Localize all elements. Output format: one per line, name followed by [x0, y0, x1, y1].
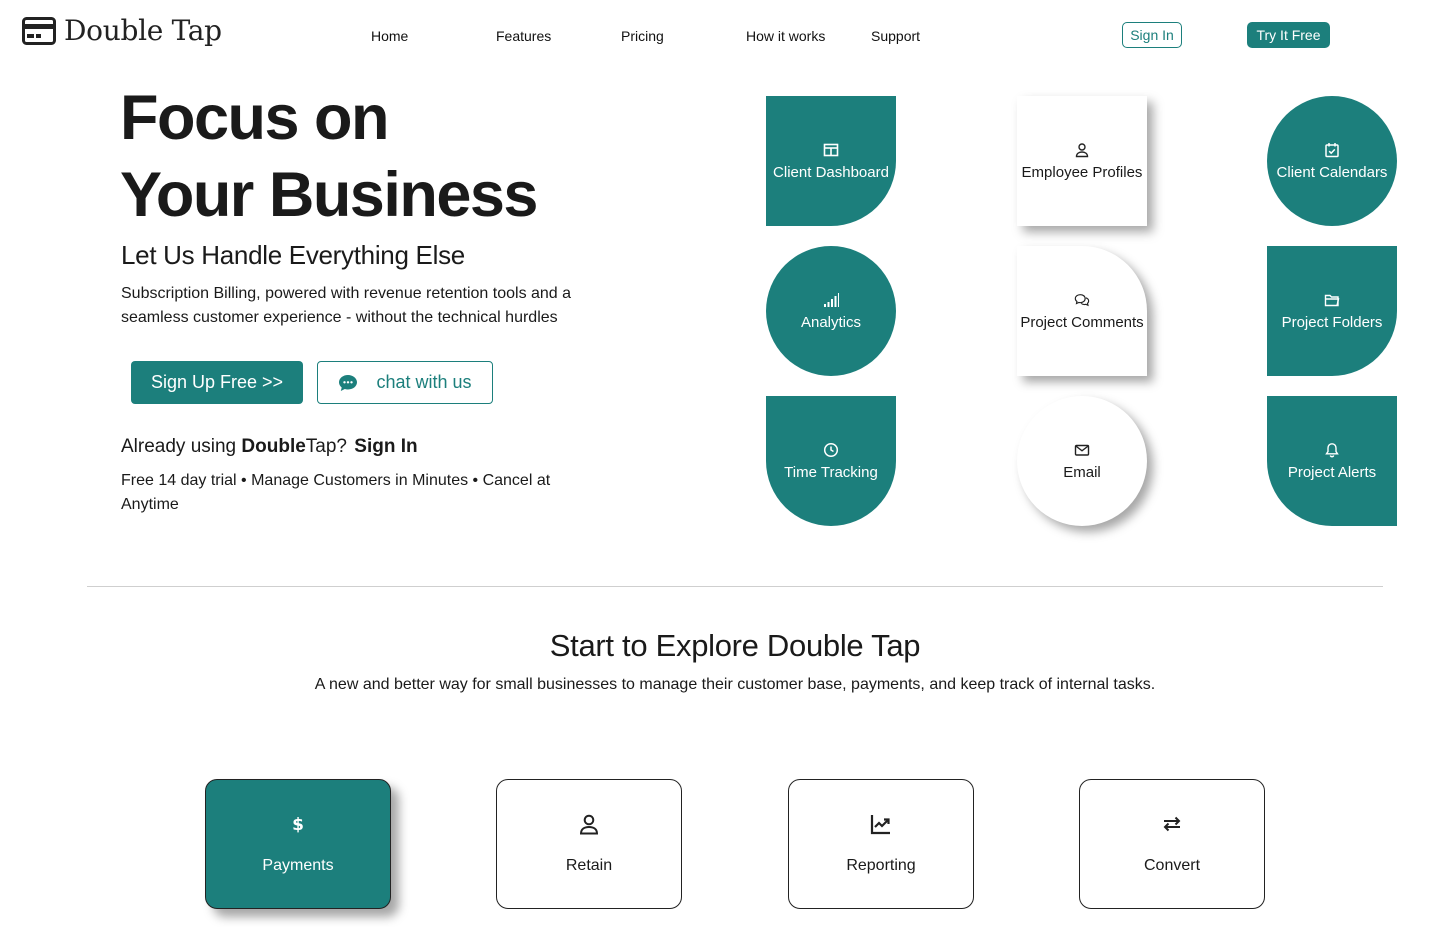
feature-project-folders[interactable]: Project Folders	[1267, 246, 1397, 376]
graph-up-icon	[870, 815, 890, 835]
hero-title-line1: Focus on	[120, 83, 390, 153]
feature-client-dashboard[interactable]: Client Dashboard	[766, 96, 896, 226]
card-convert[interactable]: Convert	[1079, 779, 1265, 909]
chat-icon	[1074, 293, 1090, 306]
feature-time-tracking[interactable]: Time Tracking	[766, 396, 896, 526]
section-divider	[87, 586, 1383, 587]
feature-label: Employee Profiles	[1021, 163, 1143, 181]
already-brand-rest: Tap?	[305, 436, 347, 457]
card-label: Retain	[565, 857, 613, 874]
feature-label: Client Dashboard	[773, 163, 889, 181]
nav-pricing[interactable]: Pricing	[621, 28, 664, 44]
hero-title-line2: Your Business	[120, 160, 538, 230]
layout-icon	[823, 143, 839, 156]
feature-label: Analytics	[800, 313, 862, 331]
feature-email[interactable]: Email	[1017, 396, 1147, 526]
explore-description: A new and better way for small businesse…	[314, 676, 1156, 693]
already-brand-bold: Double	[241, 436, 306, 457]
card-label: Reporting	[846, 857, 916, 874]
feature-label: Time Tracking	[784, 463, 878, 481]
chat-with-us-label: chat with us	[376, 372, 472, 392]
card-label: Convert	[1143, 857, 1201, 874]
hero-title: Focus on Your Business	[120, 80, 538, 234]
feature-client-calendars[interactable]: Client Calendars	[1267, 96, 1397, 226]
feature-label: Project Folders	[1281, 313, 1383, 331]
svg-text:$: $	[292, 815, 304, 835]
trial-info: Free 14 day trial • Manage Customers in …	[121, 472, 551, 513]
sign-in-button[interactable]: Sign In	[1122, 22, 1182, 48]
sign-up-free-button[interactable]: Sign Up Free >>	[131, 361, 303, 404]
hero-sign-in-link[interactable]: Sign In	[354, 436, 417, 457]
feature-project-alerts[interactable]: Project Alerts	[1267, 396, 1397, 526]
nav-support[interactable]: Support	[871, 28, 920, 44]
folder-icon	[1324, 294, 1340, 306]
feature-label: Project Alerts	[1287, 463, 1377, 481]
chat-bubble-icon	[339, 374, 358, 391]
card-label: Payments	[262, 857, 334, 874]
feature-label: Client Calendars	[1276, 163, 1388, 181]
calendar-check-icon	[1325, 142, 1339, 157]
nav-features[interactable]: Features	[496, 28, 551, 44]
feature-project-comments[interactable]: Project Comments	[1017, 246, 1147, 376]
hero-subtitle: Let Us Handle Everything Else	[121, 240, 465, 270]
card-payments[interactable]: $ Payments	[205, 779, 391, 909]
nav-home[interactable]: Home	[371, 28, 408, 44]
feature-analytics[interactable]: Analytics	[766, 246, 896, 376]
feature-employee-profiles[interactable]: Employee Profiles	[1017, 96, 1147, 226]
bell-icon	[1325, 442, 1339, 457]
card-retain[interactable]: Retain	[496, 779, 682, 909]
brand-name: Double Tap	[64, 14, 222, 47]
person-icon	[579, 814, 599, 835]
credit-card-icon	[22, 16, 56, 45]
hero-description: Subscription Billing, powered with reven…	[121, 285, 572, 326]
bar-chart-icon	[824, 292, 839, 307]
card-reporting[interactable]: Reporting	[788, 779, 974, 909]
already-using-text: Already using DoubleTap? Sign In	[121, 436, 418, 458]
arrows-icon	[1163, 816, 1181, 832]
person-icon	[1075, 142, 1089, 157]
explore-title: Start to Explore Double Tap	[549, 628, 921, 663]
clock-icon	[823, 442, 839, 457]
already-prefix: Already using	[121, 436, 242, 457]
try-it-free-button[interactable]: Try It Free	[1247, 22, 1330, 48]
brand-logo[interactable]: Double Tap	[22, 14, 222, 47]
nav-how-it-works[interactable]: How it works	[746, 28, 825, 44]
dollar-icon: $	[292, 815, 304, 835]
feature-label: Email	[1063, 463, 1101, 481]
chat-with-us-button[interactable]: chat with us	[317, 361, 493, 404]
feature-label: Project Comments	[1020, 313, 1144, 331]
envelope-icon	[1074, 444, 1090, 456]
